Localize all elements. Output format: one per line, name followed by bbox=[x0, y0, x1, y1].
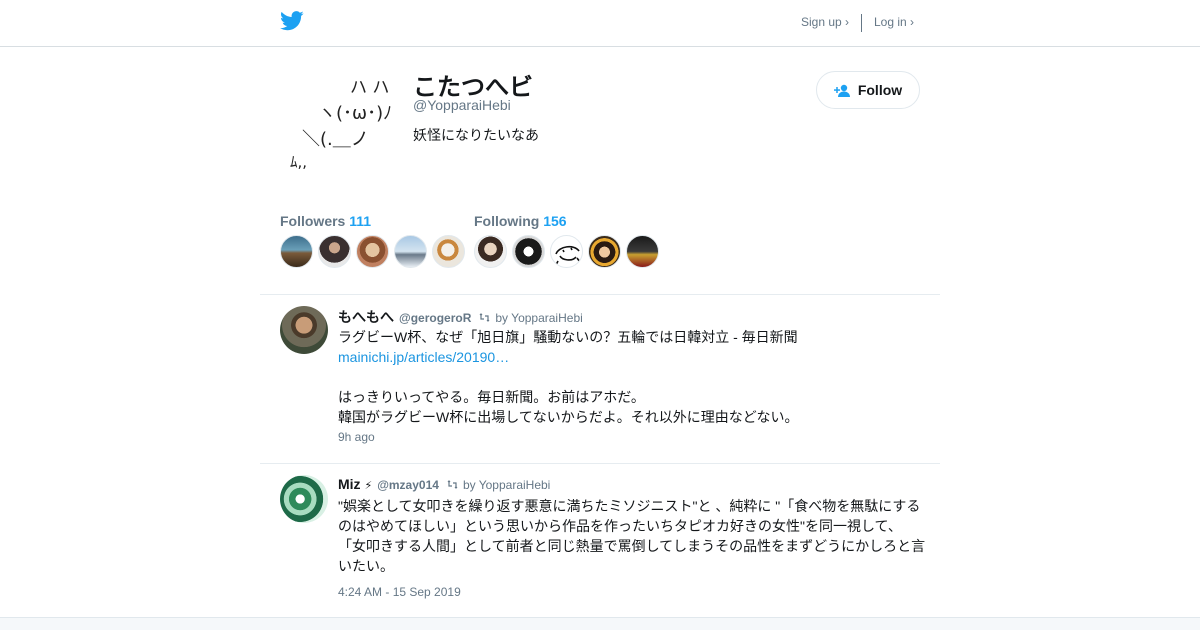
retweet-icon bbox=[479, 313, 490, 322]
tweet-author-avatar[interactable] bbox=[280, 306, 328, 354]
tweet-link[interactable]: mainichi.jp/articles/20190… bbox=[338, 347, 930, 367]
tweet-text-line: 「女叩きする人間」として前者と同じ熱量で罵倒してしまうその品性をまずどうにかしろ… bbox=[338, 538, 926, 554]
sign-up-link[interactable]: Sign up › bbox=[801, 15, 849, 29]
follower-avatar[interactable] bbox=[432, 235, 465, 268]
following-avatar[interactable] bbox=[588, 235, 621, 268]
tweet-text-line: のはやめてほしい」という思いから作品を作ったいちタピオカ好きの女性"を同一視して… bbox=[338, 518, 902, 534]
followers-count: 111 bbox=[349, 213, 372, 229]
nav-separator bbox=[861, 14, 862, 32]
footer-strip bbox=[0, 617, 1200, 630]
retweet-icon bbox=[447, 480, 458, 489]
profile-avatar[interactable]: ハ ハ ヽ(･ω･)ﾉ ＼(.＿ノ ﾑ,, bbox=[280, 69, 400, 191]
following-stat[interactable]: Following 156 bbox=[474, 213, 567, 229]
profile-bio: 妖怪になりたいなあ bbox=[413, 127, 539, 143]
following-count: 156 bbox=[543, 213, 567, 229]
follow-button-label: Follow bbox=[857, 82, 903, 98]
tweet-author-handle[interactable]: @gerogeroR bbox=[399, 311, 471, 325]
following-avatar[interactable] bbox=[550, 235, 583, 268]
profile-timeline: ハ ハ ヽ(･ω･)ﾉ ＼(.＿ノ ﾑ,, こたつへビ @YopparaiHeb… bbox=[260, 47, 940, 617]
tweet-text-line: "娯楽として女叩きを繰り返す悪意に満ちたミソジニスト"と 、純粋に "「食べ物を… bbox=[338, 498, 921, 514]
avatar-ascii-line-1: ハ ハ bbox=[350, 78, 389, 98]
follower-avatar[interactable] bbox=[394, 235, 427, 268]
following-avatar[interactable] bbox=[474, 235, 507, 268]
tweet-timestamp[interactable]: 4:24 AM - 15 Sep 2019 bbox=[338, 585, 461, 599]
follow-button[interactable]: Follow bbox=[816, 71, 920, 109]
tweet-author-handle[interactable]: @mzay014 bbox=[377, 478, 439, 492]
following-avatars bbox=[474, 235, 659, 268]
follower-avatar[interactable] bbox=[318, 235, 351, 268]
tweet-text-line: ラグビーW杯、なぜ「旭日旗」騒動ないの？五輪では日韓対立 - 毎日新聞 bbox=[338, 329, 798, 345]
divider bbox=[260, 294, 940, 295]
avatar-ascii-line-3: ＼(.＿ノ bbox=[302, 129, 369, 150]
tweet-item[interactable]: Miz ⚡ @mzay014 by YopparaiHebi "娯楽として女叩き… bbox=[260, 475, 940, 605]
tweet-header: Miz ⚡ @mzay014 by YopparaiHebi bbox=[338, 476, 550, 492]
tweet-author-avatar[interactable] bbox=[280, 475, 328, 523]
lightning-emoji-icon: ⚡ bbox=[364, 480, 373, 492]
tweet-text: ラグビーW杯、なぜ「旭日旗」騒動ないの？五輪では日韓対立 - 毎日新聞 main… bbox=[338, 327, 930, 427]
followers-avatars bbox=[280, 235, 465, 268]
retweeted-by[interactable]: by YopparaiHebi bbox=[463, 478, 550, 492]
twitter-bird-icon[interactable] bbox=[280, 11, 304, 31]
tweet-header: もへもへ @gerogeroR by YopparaiHebi bbox=[338, 307, 583, 327]
follower-avatar[interactable] bbox=[280, 235, 313, 268]
followers-stat[interactable]: Followers 111 bbox=[280, 213, 371, 229]
line-art-creature-icon bbox=[555, 245, 581, 266]
following-avatar[interactable] bbox=[626, 235, 659, 268]
tweet-timestamp[interactable]: 9h ago bbox=[338, 430, 375, 444]
profile-handle[interactable]: @YopparaiHebi bbox=[413, 97, 511, 113]
tweet-text-line: いたい。 bbox=[338, 558, 394, 574]
following-label: Following bbox=[474, 213, 540, 229]
tweet-text-line: 韓国がラグビーW杯に出場してないからだよ。それ以外に理由などない。 bbox=[338, 409, 799, 425]
top-navigation-bar: Sign up › Log in › bbox=[0, 0, 1200, 47]
followers-label: Followers bbox=[280, 213, 346, 229]
tweet-text: "娯楽として女叩きを繰り返す悪意に満ちたミソジニスト"と 、純粋に "「食べ物を… bbox=[338, 496, 930, 576]
avatar-ascii-line-4: ﾑ,, bbox=[290, 153, 307, 171]
tweet-text-line: はっきりいってやる。毎日新聞。お前はアホだ。 bbox=[338, 389, 645, 405]
tweet-author-name[interactable]: もへもへ bbox=[338, 307, 394, 327]
following-avatar[interactable] bbox=[512, 235, 545, 268]
avatar-ascii-line-2: ヽ(･ω･)ﾉ bbox=[318, 103, 392, 124]
add-user-icon bbox=[833, 84, 850, 97]
divider bbox=[260, 463, 940, 464]
tweet-item[interactable]: もへもへ @gerogeroR by YopparaiHebi ラグビーW杯、な… bbox=[260, 306, 940, 451]
follower-avatar[interactable] bbox=[356, 235, 389, 268]
log-in-link[interactable]: Log in › bbox=[874, 15, 914, 29]
tweet-author-name[interactable]: Miz ⚡ bbox=[338, 476, 372, 492]
retweeted-by[interactable]: by YopparaiHebi bbox=[495, 311, 582, 325]
